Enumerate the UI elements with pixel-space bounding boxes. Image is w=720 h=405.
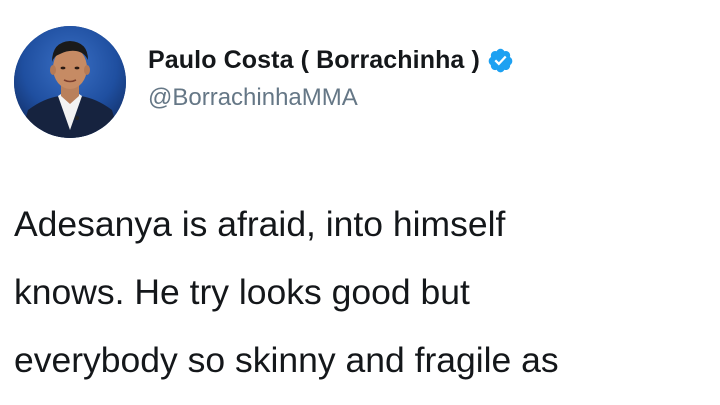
- verified-badge-icon: [487, 47, 514, 74]
- avatar[interactable]: [14, 26, 126, 138]
- tweet-line: everybody so skinny and fragile as: [14, 340, 559, 380]
- display-name-row: Paulo Costa ( Borrachinha ): [148, 42, 514, 78]
- tweet-card: Paulo Costa ( Borrachinha ) @Borrachinha…: [0, 0, 720, 405]
- avatar-photo: [14, 26, 126, 138]
- display-name[interactable]: Paulo Costa ( Borrachinha ): [148, 46, 480, 75]
- tweet-line: Adesanya is afraid, into himself: [14, 204, 506, 244]
- tweet-line: knows. He try looks good but: [14, 272, 470, 312]
- tweet-text: Adesanya is afraid, into himself knows. …: [14, 190, 714, 394]
- user-handle[interactable]: @BorrachinhaMMA: [148, 84, 358, 112]
